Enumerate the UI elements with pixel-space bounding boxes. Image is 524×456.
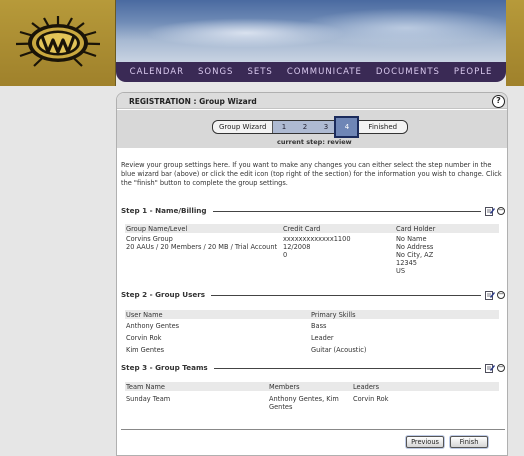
col-header: Card Holder — [396, 225, 436, 233]
nav-people[interactable]: PEOPLE — [454, 67, 492, 77]
user-skill: Guitar (Acoustic) — [311, 346, 367, 354]
step1-header: Step 1 - Name/Billing − — [121, 206, 505, 216]
wizard-finished: Finished — [357, 121, 408, 133]
collapse-icon[interactable]: − — [497, 291, 505, 299]
holder-name: No Name — [396, 235, 427, 243]
wizard-step-3[interactable]: 3 — [315, 121, 337, 133]
wizard-label: Group Wizard — [213, 121, 274, 133]
collapse-icon[interactable]: − — [497, 207, 505, 215]
col-header: Members — [269, 383, 300, 391]
holder-city: No City, AZ — [396, 251, 434, 259]
finish-button[interactable]: Finish — [450, 436, 488, 448]
nav-sets[interactable]: SETS — [247, 67, 272, 77]
holder-address: No Address — [396, 243, 434, 251]
card-value: 0 — [283, 251, 288, 259]
edit-icon[interactable] — [485, 206, 495, 216]
wizard-bar: Group Wizard 1 2 3 4 Finished — [212, 116, 409, 138]
nav-songs[interactable]: SONGS — [198, 67, 233, 77]
user-skill: Leader — [311, 334, 334, 342]
logo-icon[interactable] — [12, 14, 104, 72]
group-name: Corvins Group — [126, 235, 173, 243]
collapse-icon[interactable]: − — [497, 364, 505, 372]
holder-zip: 12345 — [396, 259, 417, 267]
header: CALENDAR SONGS SETS COMMUNICATE DOCUMENT… — [0, 0, 524, 86]
team-leader: Corvin Rok — [353, 395, 389, 403]
step3-table: Team Name Members Leaders Sunday Team An… — [125, 382, 499, 414]
col-header: Credit Card — [283, 225, 321, 233]
step3-title: Step 3 - Group Teams — [121, 363, 214, 372]
main-nav: CALENDAR SONGS SETS COMMUNICATE DOCUMENT… — [116, 62, 506, 82]
wizard-step-1[interactable]: 1 — [273, 121, 295, 133]
table-header — [125, 382, 499, 391]
col-header: Primary Skills — [311, 311, 356, 319]
user-name: Anthony Gentes — [126, 322, 180, 330]
wizard-step-4[interactable]: 4 — [334, 116, 360, 138]
panel-header: REGISTRATION : Group Wizard ? — [117, 93, 507, 109]
wizard-panel: REGISTRATION : Group Wizard ? Group Wiza… — [116, 92, 508, 456]
group-level: 20 AAUs / 20 Members / 20 MB / Trial Acc… — [126, 243, 278, 251]
col-header: Team Name — [126, 383, 165, 391]
card-number: xxxxxxxxxxxxx1100 — [283, 235, 351, 243]
previous-button[interactable]: Previous — [406, 436, 444, 448]
header-banner-image — [116, 0, 516, 62]
header-right-border — [506, 0, 524, 86]
intro-text: Review your group settings here. If you … — [121, 161, 502, 187]
edit-icon[interactable] — [485, 290, 495, 300]
col-header: Leaders — [353, 383, 380, 391]
team-members: Anthony Gentes, Kim — [269, 395, 339, 403]
holder-country: US — [396, 267, 406, 275]
nav-calendar[interactable]: CALENDAR — [130, 67, 184, 77]
team-name: Sunday Team — [126, 395, 171, 403]
wizard-step-2[interactable]: 2 — [294, 121, 316, 133]
user-name: Kim Gentes — [126, 346, 165, 354]
step3-header: Step 3 - Group Teams − — [121, 363, 505, 373]
user-skill: Bass — [311, 322, 327, 330]
panel-title: REGISTRATION : Group Wizard — [129, 97, 257, 106]
step1-table: Group Name/Level Credit Card Card Holder… — [125, 224, 499, 284]
card-expiry: 12/2008 — [283, 243, 311, 251]
left-sidebar — [0, 86, 115, 456]
edit-icon[interactable] — [485, 363, 495, 373]
team-members-cont: Gentes — [269, 403, 293, 411]
user-name: Corvin Rok — [126, 334, 162, 342]
logo-panel — [0, 0, 116, 86]
nav-documents[interactable]: DOCUMENTS — [376, 67, 440, 77]
step2-header: Step 2 - Group Users − — [121, 290, 505, 300]
divider — [121, 429, 505, 430]
current-step-label: current step: review — [277, 138, 352, 146]
col-header: User Name — [126, 311, 163, 319]
col-header: Group Name/Level — [126, 225, 188, 233]
help-icon[interactable]: ? — [492, 95, 505, 108]
step2-title: Step 2 - Group Users — [121, 290, 212, 299]
nav-communicate[interactable]: COMMUNICATE — [287, 67, 362, 77]
step2-table: User Name Primary Skills Anthony Gentes … — [125, 310, 499, 355]
step1-title: Step 1 - Name/Billing — [121, 206, 213, 215]
